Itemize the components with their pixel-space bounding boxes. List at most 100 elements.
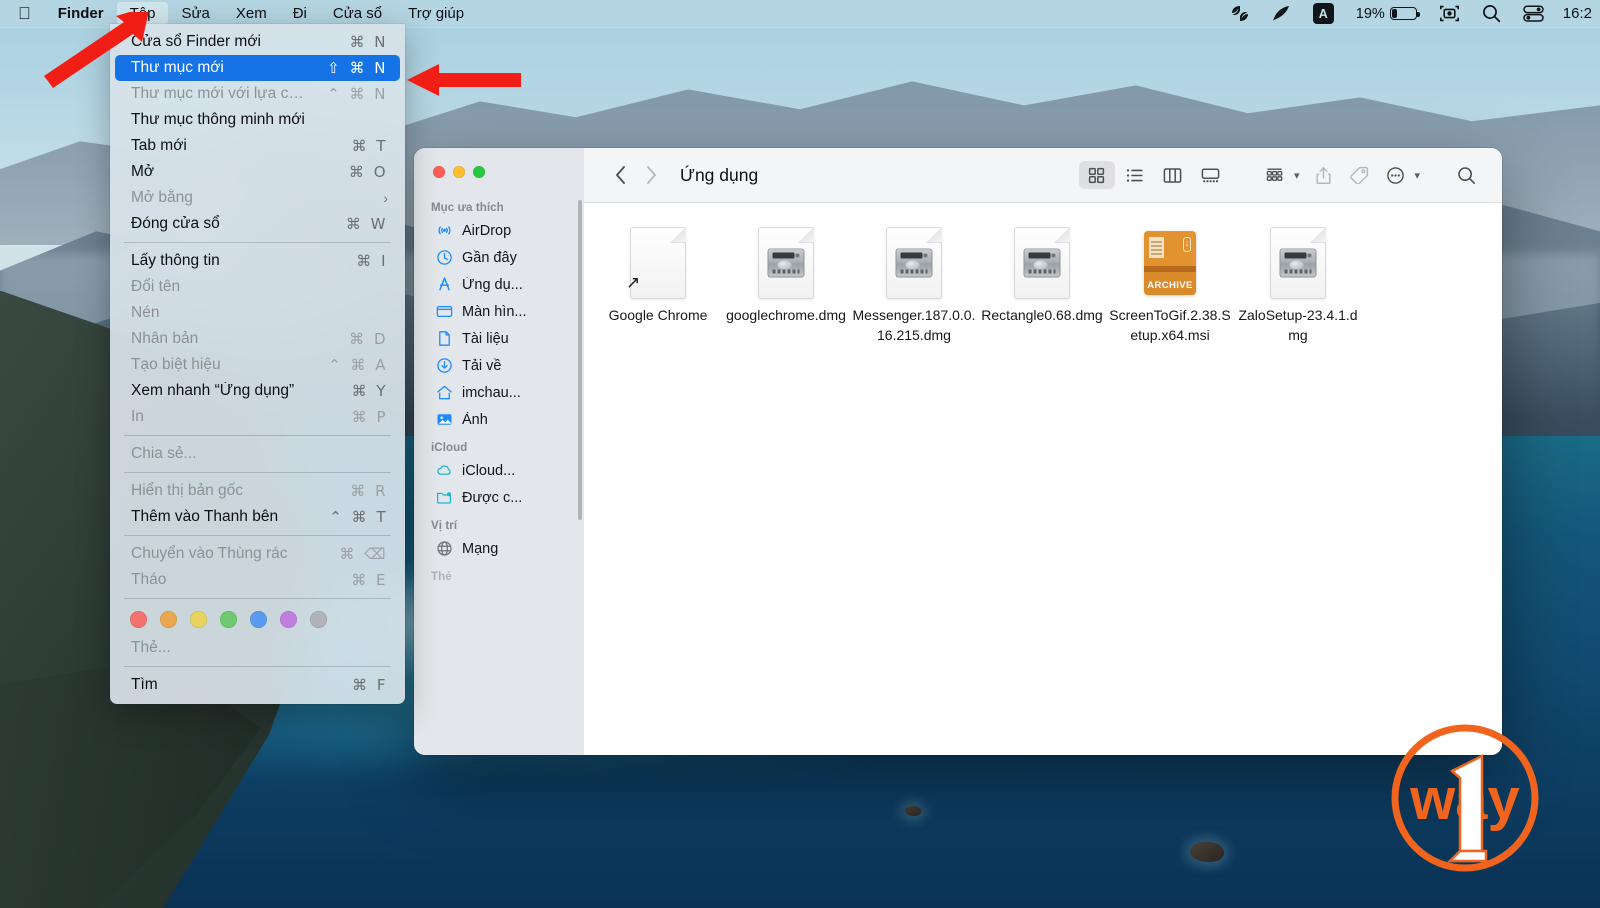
menu-item-label: In [131, 408, 144, 425]
sidebar-item-documents[interactable]: Tài liệu [420, 325, 578, 352]
sidebar-section-favorites-header: Mục ưa thích [431, 202, 504, 214]
minimize-button[interactable] [453, 166, 465, 178]
group-by-button[interactable] [1257, 161, 1293, 189]
toolbar-right-group: ▾ ▾ [1078, 161, 1484, 189]
group-by-chevron-down-icon[interactable]: ▾ [1294, 169, 1300, 182]
menu-separator [124, 598, 391, 599]
menu-view[interactable]: Xem [223, 2, 280, 25]
cloud-icon [436, 462, 453, 479]
annotation-arrow-to-file-menu [44, 12, 149, 88]
list-view-button[interactable] [1117, 161, 1153, 189]
forward-button[interactable] [636, 160, 666, 190]
sidebar-item-network[interactable]: Mạng [420, 535, 578, 562]
menu-item-compress: Nén [115, 300, 400, 326]
chevron-right-icon: › [383, 190, 388, 206]
archive-download-badge [1182, 236, 1192, 253]
more-actions-button[interactable] [1377, 161, 1413, 189]
finder-sidebar: Mục ưa thích AirDrop Gần đây Ứng dụ... M… [414, 148, 584, 755]
sidebar-item-home[interactable]: imchau... [420, 379, 578, 406]
tag-color-blue[interactable] [250, 611, 267, 628]
document-icon [436, 330, 453, 347]
menu-separator [124, 472, 391, 473]
menu-item-label: Mở [131, 163, 155, 180]
desktop-icon [436, 303, 453, 320]
tags-button[interactable] [1341, 161, 1377, 189]
menu-item-find[interactable]: Tìm ⌘ F [115, 672, 400, 698]
sidebar-item-label: Màn hìn... [462, 303, 527, 320]
tag-color-yellow[interactable] [190, 611, 207, 628]
menu-item-open[interactable]: Mở ⌘ O [115, 159, 400, 185]
feather-icon[interactable] [1261, 5, 1302, 22]
menu-item-open-with: Mở bằng › [115, 185, 400, 211]
menu-help[interactable]: Trợ giúp [395, 2, 477, 25]
menu-item-print: In ⌘ P [115, 404, 400, 430]
sidebar-item-label: Tài liệu [462, 330, 509, 347]
sidebar-item-shared[interactable]: Được c... [420, 484, 578, 511]
file-item-zalosetup-dmg[interactable]: ZaloSetup-23.4.1.dmg [1234, 225, 1362, 346]
menu-item-close-window[interactable]: Đóng cửa sổ ⌘ W [115, 211, 400, 237]
file-item-google-chrome[interactable]: ↗ Google Chrome [594, 225, 722, 346]
tag-color-green[interactable] [220, 611, 237, 628]
menu-item-shortcut: ⌘ P [351, 408, 388, 426]
back-button[interactable] [606, 160, 636, 190]
finder-window: Mục ưa thích AirDrop Gần đây Ứng dụ... M… [414, 148, 1502, 755]
view-mode-group [1078, 161, 1229, 189]
archive-box: ARCHIVE [1144, 231, 1196, 295]
sidebar-item-label: Ứng dụ... [462, 276, 523, 293]
gallery-view-button[interactable] [1193, 161, 1229, 189]
menu-item-quick-look[interactable]: Xem nhanh “Ứng dụng” ⌘ Y [115, 378, 400, 404]
menu-item-label: Tab mới [131, 137, 187, 154]
disk-glyph [895, 248, 933, 278]
menu-item-shortcut: ⌘ T [351, 137, 388, 155]
spotlight-search-icon[interactable] [1471, 4, 1512, 23]
file-item-googlechrome-dmg[interactable]: googlechrome.dmg [722, 225, 850, 346]
sidebar-scrollbar[interactable] [578, 200, 582, 520]
sidebar-item-recents[interactable]: Gần đây [420, 244, 578, 271]
alias-file-icon: ↗ [622, 227, 694, 299]
menu-item-label: Chia sẻ... [131, 445, 197, 462]
column-view-button[interactable] [1155, 161, 1191, 189]
menu-item-label: Mở bằng [131, 189, 193, 206]
screenshot-icon[interactable] [1428, 4, 1471, 23]
sidebar-item-pictures[interactable]: Ảnh [420, 406, 578, 433]
sidebar-item-downloads[interactable]: Tải về [420, 352, 578, 379]
sidebar-item-airdrop[interactable]: AirDrop [420, 217, 578, 244]
battery-status[interactable]: 19% [1345, 6, 1428, 22]
menu-item-shortcut: ⌘ F [352, 676, 388, 694]
menu-item-move-to-trash: Chuyển vào Thùng rác ⌘ ⌫ [115, 541, 400, 567]
close-button[interactable] [433, 166, 445, 178]
tag-color-gray[interactable] [310, 611, 327, 628]
more-actions-chevron-down-icon[interactable]: ▾ [1414, 169, 1420, 182]
menu-go[interactable]: Đi [280, 2, 320, 25]
sidebar-item-icloud-drive[interactable]: iCloud... [420, 457, 578, 484]
file-item-screentogif-msi[interactable]: ARCHIVE ScreenToGif.2.38.Setup.x64.msi [1106, 225, 1234, 346]
menu-item-label: Thư mục thông minh mới [131, 111, 305, 128]
tag-color-red[interactable] [130, 611, 147, 628]
dmg-file-icon [750, 227, 822, 299]
icon-view-button[interactable] [1078, 161, 1115, 189]
tag-color-purple[interactable] [280, 611, 297, 628]
sidebar-item-label: Được c... [462, 489, 523, 506]
menu-item-label: Tìm [131, 676, 158, 693]
share-button[interactable] [1305, 161, 1341, 189]
search-button[interactable] [1448, 161, 1484, 189]
tag-color-orange[interactable] [160, 611, 177, 628]
menu-item-new-tab[interactable]: Tab mới ⌘ T [115, 133, 400, 159]
control-center-icon[interactable] [1512, 5, 1555, 22]
menu-item-get-info[interactable]: Lấy thông tin ⌘ I [115, 248, 400, 274]
menu-bar-clock[interactable]: 16:2 [1555, 5, 1592, 22]
menu-item-add-to-sidebar[interactable]: Thêm vào Thanh bên ⌃ ⌘ T [115, 504, 400, 530]
leaf-icon[interactable] [1219, 5, 1261, 22]
menu-item-make-alias: Tạo biệt hiệu ⌃ ⌘ A [115, 352, 400, 378]
file-item-messenger-dmg[interactable]: Messenger.187.0.0.16.215.dmg [850, 225, 978, 346]
menu-item-share: Chia sẻ... [115, 441, 400, 467]
sidebar-item-desktop[interactable]: Màn hìn... [420, 298, 578, 325]
watermark-logo: way [1391, 724, 1539, 872]
menu-item-new-smart-folder[interactable]: Thư mục thông minh mới [115, 107, 400, 133]
file-item-rectangle-dmg[interactable]: Rectangle0.68.dmg [978, 225, 1106, 346]
sidebar-item-applications[interactable]: Ứng dụ... [420, 271, 578, 298]
menu-window[interactable]: Cửa sổ [320, 2, 395, 25]
zoom-button[interactable] [473, 166, 485, 178]
menu-edit[interactable]: Sửa [168, 2, 222, 25]
input-source-badge[interactable]: A [1302, 3, 1345, 24]
